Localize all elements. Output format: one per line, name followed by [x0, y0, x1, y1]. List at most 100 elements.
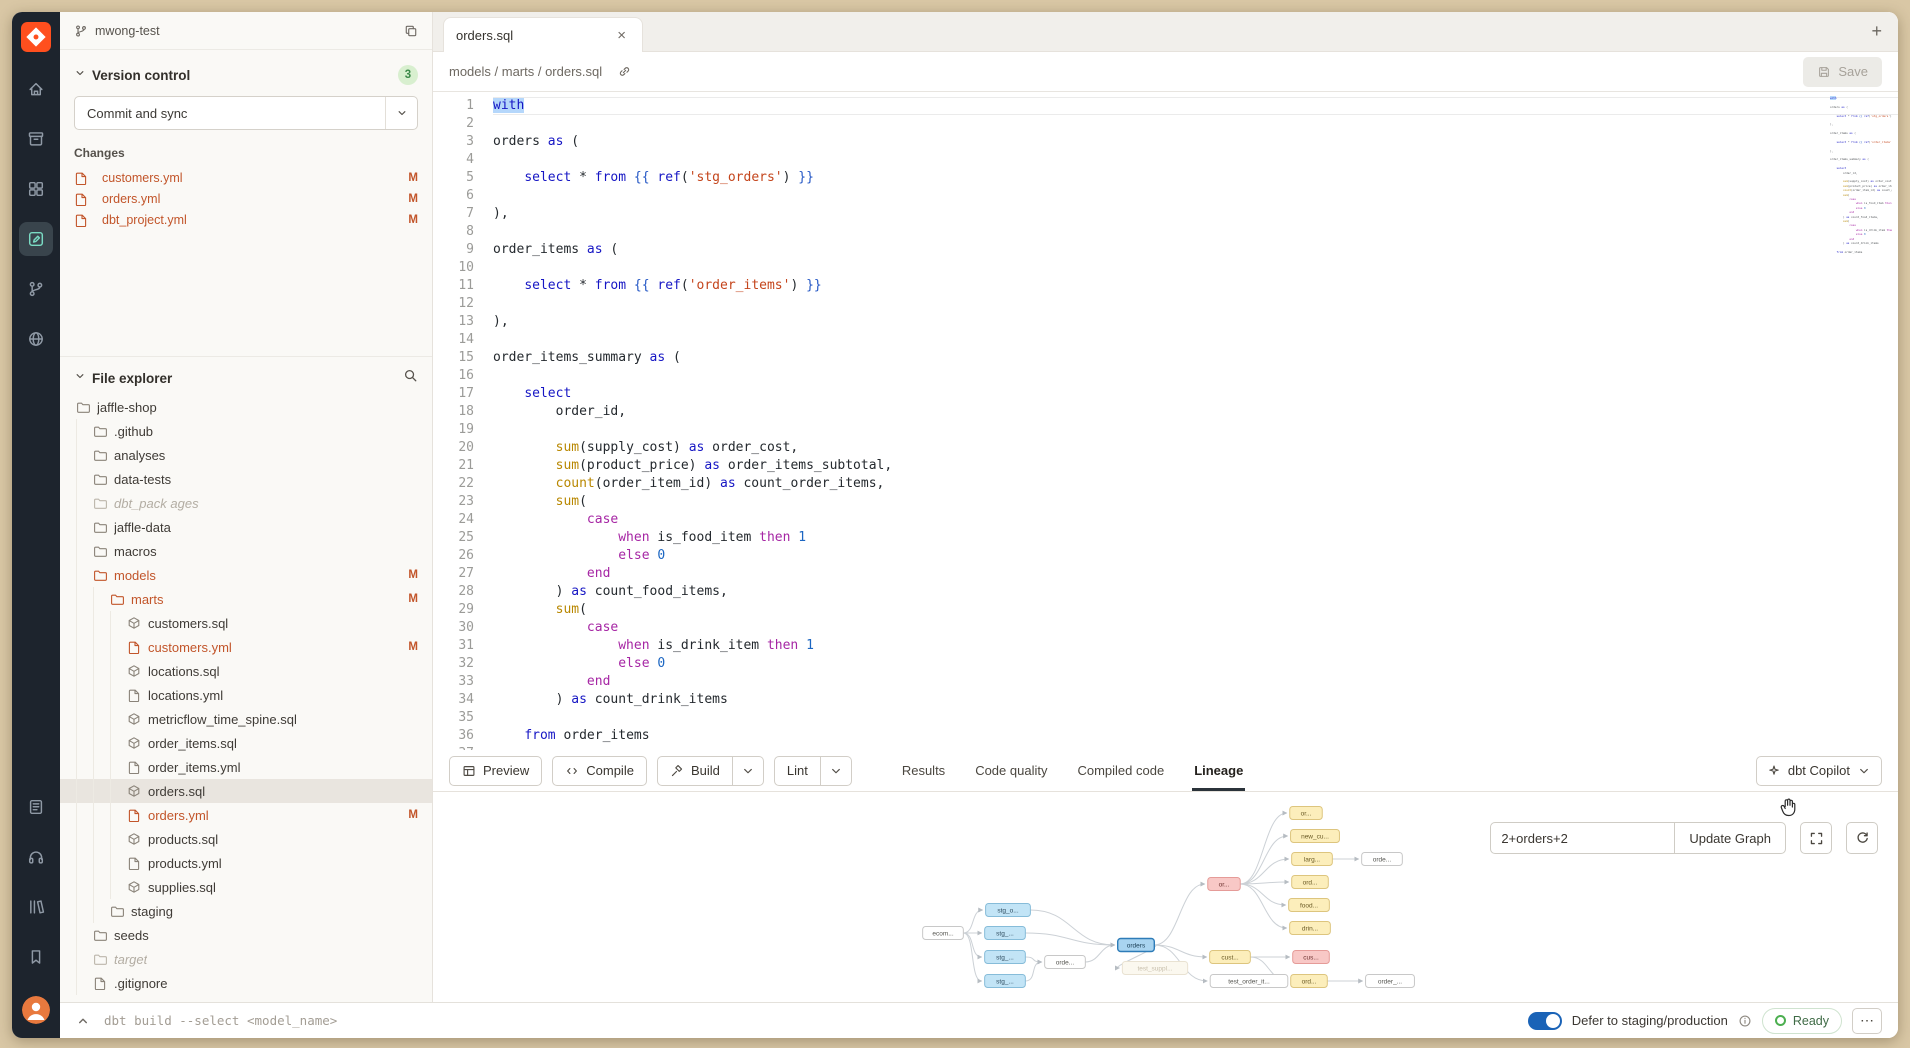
lineage-node-stg_[interactable]: stg_... — [985, 951, 1026, 964]
tree-item-jaffle-data[interactable]: jaffle-data — [60, 515, 432, 539]
dbt-logo[interactable] — [21, 22, 51, 52]
tree-item-orders.sql[interactable]: orders.sql — [60, 779, 432, 803]
lineage-node-larg[interactable]: larg... — [1292, 853, 1333, 866]
open-docs-icon[interactable] — [612, 60, 636, 84]
version-control-header[interactable]: Version control 3 — [74, 62, 418, 88]
file-icon — [74, 171, 88, 185]
tree-item-products.yml[interactable]: products.yml — [60, 851, 432, 875]
changed-file-dbt_project.yml[interactable]: dbt_project.ymlM — [74, 209, 418, 230]
lineage-node-orders[interactable]: orders — [1118, 939, 1155, 952]
lineage-node-test_order_it[interactable]: test_order_it... — [1210, 975, 1288, 988]
breadcrumb[interactable]: models / marts / orders.sql — [449, 64, 602, 79]
commit-and-sync-button[interactable]: Commit and sync — [74, 96, 418, 130]
rail-item-grid[interactable] — [19, 172, 53, 206]
expand-console-button[interactable] — [76, 1014, 90, 1028]
tree-item-locations.yml[interactable]: locations.yml — [60, 683, 432, 707]
rail-item-code-editor[interactable] — [19, 222, 53, 256]
rail-item-git-branch[interactable] — [19, 272, 53, 306]
tree-item-target[interactable]: target — [60, 947, 432, 971]
tree-item-analyses[interactable]: analyses — [60, 443, 432, 467]
new-tab-button[interactable]: + — [1871, 22, 1882, 40]
tab-compiled-code[interactable]: Compiled code — [1077, 750, 1164, 791]
tree-item-order_items.sql[interactable]: order_items.sql — [60, 731, 432, 755]
tree-item-orders.yml[interactable]: orders.ymlM — [60, 803, 432, 827]
lineage-node-order_[interactable]: order_... — [1366, 975, 1415, 988]
tree-item-marts[interactable]: martsM — [60, 587, 432, 611]
search-icon[interactable] — [403, 368, 418, 388]
rail-item-globe[interactable] — [19, 322, 53, 356]
tree-item-staging[interactable]: staging — [60, 899, 432, 923]
lineage-selector-input[interactable] — [1490, 822, 1675, 854]
lineage-node-test_suppl[interactable]: test_suppl... — [1122, 962, 1187, 975]
tab-results[interactable]: Results — [902, 750, 945, 791]
rail-item-library[interactable] — [19, 890, 53, 924]
preview-button[interactable]: Preview — [449, 756, 542, 786]
lineage-node-stg_[interactable]: stg_... — [985, 975, 1026, 988]
refresh-button[interactable] — [1846, 822, 1878, 854]
lineage-node-new_cu[interactable]: new_cu... — [1291, 830, 1340, 843]
tree-item-customers.yml[interactable]: customers.ymlM — [60, 635, 432, 659]
tree-item-models[interactable]: modelsM — [60, 563, 432, 587]
build-button[interactable]: Build — [657, 756, 733, 786]
branch-selector[interactable]: mwong-test — [74, 24, 160, 38]
tree-item-metricflow_time_spine.sql[interactable]: metricflow_time_spine.sql — [60, 707, 432, 731]
command-input[interactable]: dbt build --select <model_name> — [104, 1013, 337, 1028]
tree-item-jaffle-shop[interactable]: jaffle-shop — [60, 395, 432, 419]
tree-item-seeds[interactable]: seeds — [60, 923, 432, 947]
build-options-chevron[interactable] — [733, 756, 764, 786]
file-explorer-header[interactable]: File explorer — [60, 365, 432, 391]
rail-item-notebook[interactable] — [19, 790, 53, 824]
code-editor[interactable]: 1234567891011121314151617181920212223242… — [433, 92, 1898, 750]
tree-item-.github[interactable]: .github — [60, 419, 432, 443]
tree-item-products.sql[interactable]: products.sql — [60, 827, 432, 851]
lint-button[interactable]: Lint — [774, 756, 821, 786]
lineage-node-ord[interactable]: ord... — [1292, 876, 1329, 889]
rail-item-home[interactable] — [19, 72, 53, 106]
tab-lineage[interactable]: Lineage — [1194, 750, 1243, 791]
tree-item-supplies.sql[interactable]: supplies.sql — [60, 875, 432, 899]
changed-file-orders.yml[interactable]: orders.ymlM — [74, 188, 418, 209]
info-icon[interactable] — [1738, 1014, 1752, 1028]
tab-code-quality[interactable]: Code quality — [975, 750, 1047, 791]
rail-item-headset[interactable] — [19, 840, 53, 874]
lineage-node-drin[interactable]: drin... — [1290, 922, 1331, 935]
rail-item-bookmark[interactable] — [19, 940, 53, 974]
lineage-node-ecom[interactable]: ecom... — [923, 927, 964, 940]
user-avatar[interactable] — [22, 996, 50, 1024]
changed-file-customers.yml[interactable]: customers.ymlM — [74, 167, 418, 188]
update-graph-button[interactable]: Update Graph — [1674, 822, 1786, 854]
tree-item-macros[interactable]: macros — [60, 539, 432, 563]
lint-options-chevron[interactable] — [821, 756, 852, 786]
lineage-node-cus[interactable]: cus... — [1293, 951, 1330, 964]
tree-item-customers.sql[interactable]: customers.sql — [60, 611, 432, 635]
minimap[interactable]: withorders as ( select * from {{ ref('st… — [1830, 96, 1892, 258]
changes-label: Changes — [74, 146, 418, 160]
compile-button[interactable]: Compile — [552, 756, 647, 786]
tree-item-.gitignore[interactable]: .gitignore — [60, 971, 432, 995]
lineage-node-cust[interactable]: cust... — [1210, 951, 1251, 964]
lineage-node-stg_o[interactable]: stg_o... — [986, 904, 1031, 917]
fullscreen-button[interactable] — [1800, 822, 1832, 854]
rail-item-archive[interactable] — [19, 122, 53, 156]
tree-item-order_items.yml[interactable]: order_items.yml — [60, 755, 432, 779]
code-lines[interactable]: withorders as ( select * from {{ ref('st… — [479, 92, 1898, 750]
tree-item-locations.sql[interactable]: locations.sql — [60, 659, 432, 683]
copy-icon[interactable] — [404, 24, 418, 38]
tab-orders-sql[interactable]: orders.sql × — [443, 17, 643, 52]
defer-toggle[interactable] — [1528, 1012, 1562, 1030]
lineage-node-or[interactable]: or... — [1208, 878, 1241, 891]
folder-icon — [93, 568, 107, 582]
more-options-button[interactable]: ⋯ — [1852, 1008, 1882, 1034]
tree-item-data-tests[interactable]: data-tests — [60, 467, 432, 491]
lineage-node-ord[interactable]: ord... — [1291, 975, 1328, 988]
lineage-node-food[interactable]: food... — [1289, 899, 1330, 912]
lineage-node-stg_[interactable]: stg_... — [985, 927, 1026, 940]
dbt-copilot-button[interactable]: dbt Copilot — [1756, 756, 1882, 786]
commit-options-chevron[interactable] — [385, 97, 417, 129]
close-tab-icon[interactable]: × — [613, 26, 630, 45]
save-button[interactable]: Save — [1803, 57, 1882, 87]
lineage-node-or[interactable]: or... — [1290, 807, 1323, 820]
tree-item-dbt_pack ages[interactable]: dbt_pack ages — [60, 491, 432, 515]
lineage-node-orde[interactable]: orde... — [1362, 853, 1403, 866]
lineage-node-orde[interactable]: orde... — [1045, 956, 1086, 969]
